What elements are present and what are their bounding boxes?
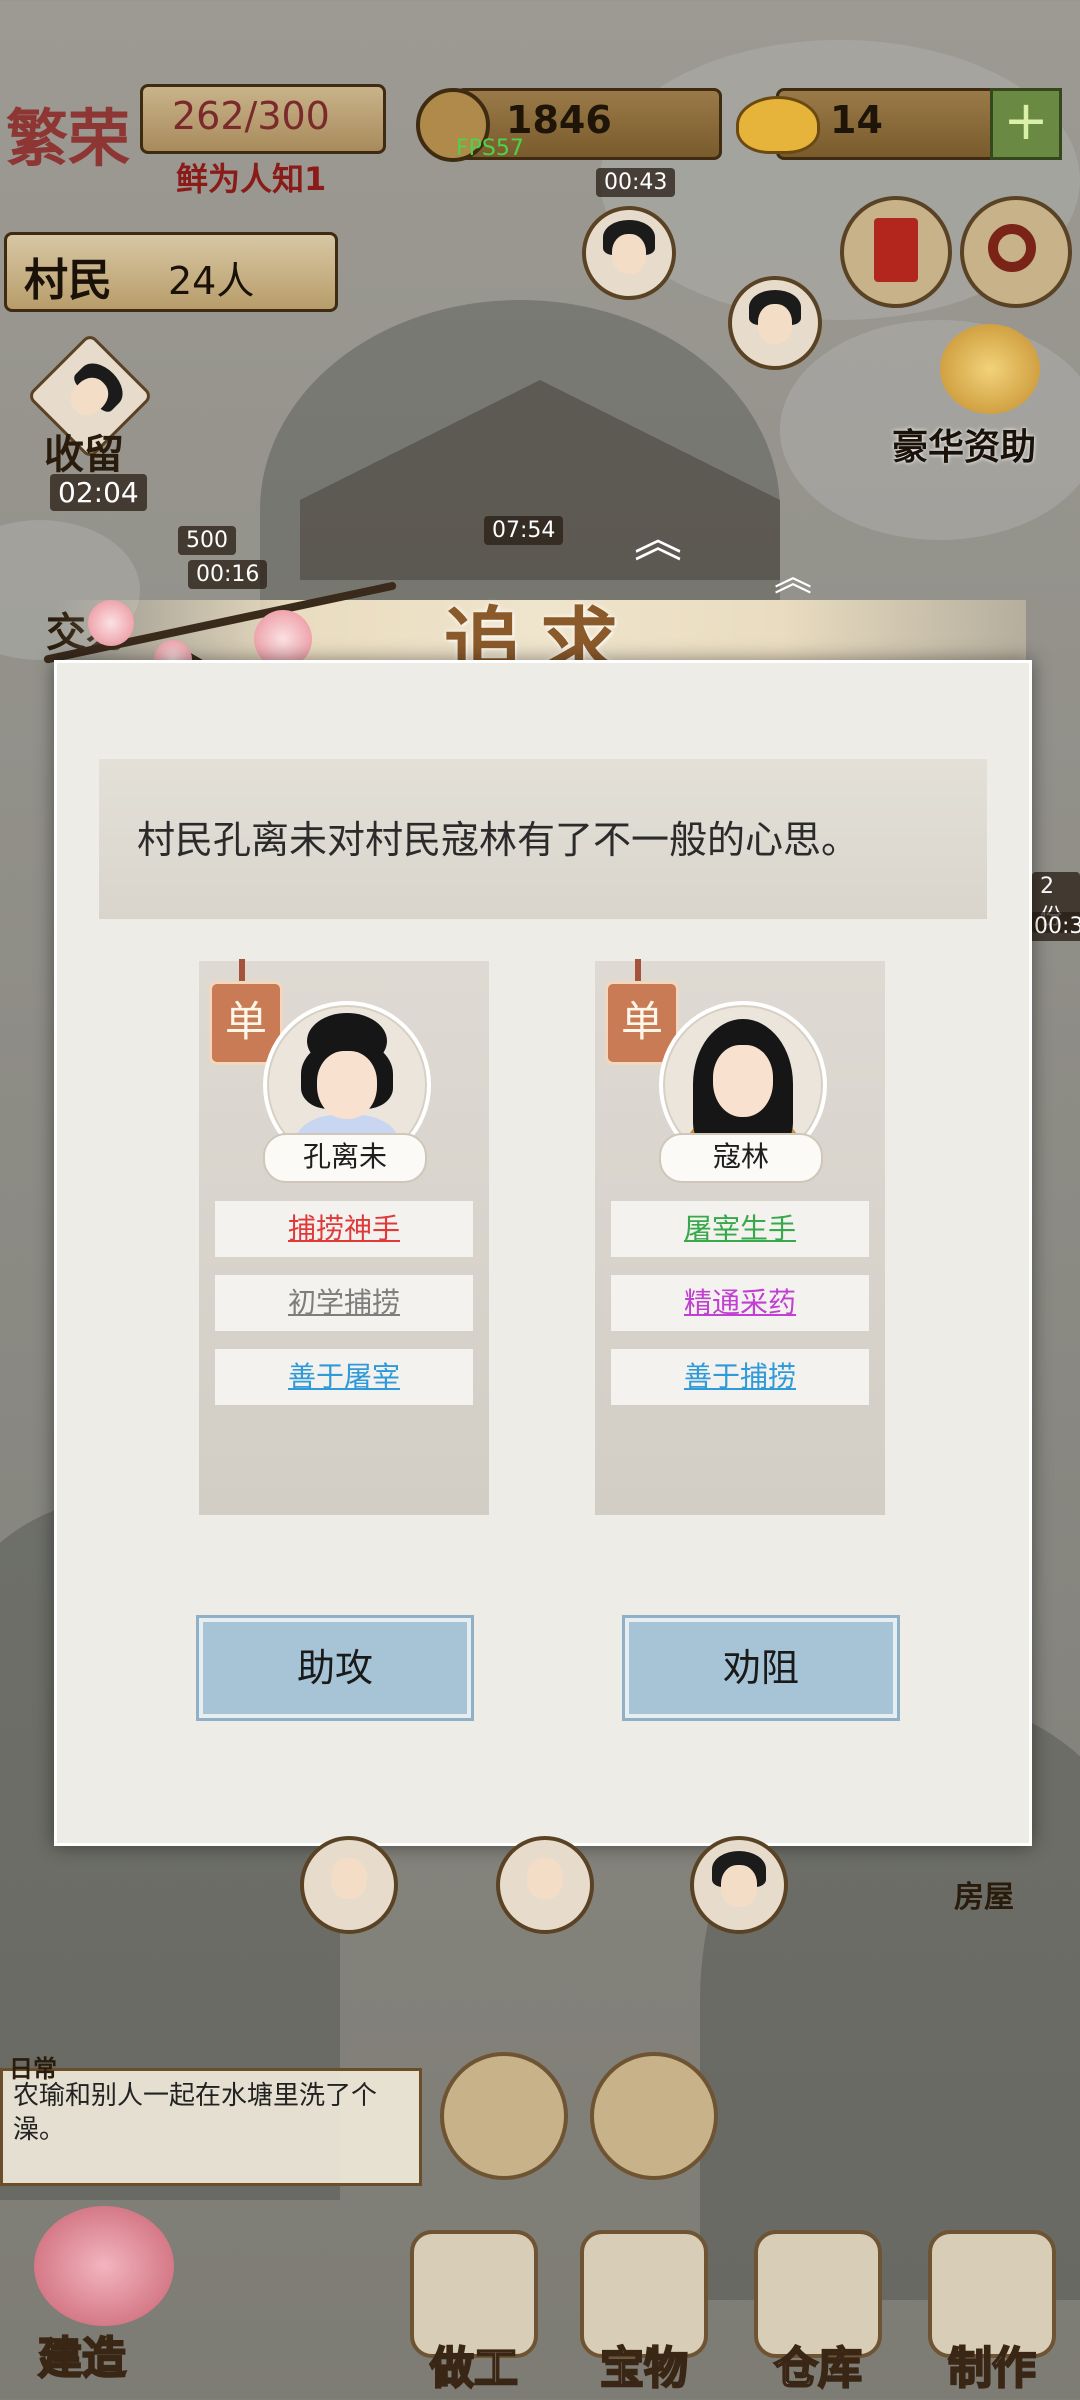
dissuade-button[interactable]: 劝阻 [622,1615,900,1721]
house-label[interactable]: 房屋 [954,1872,1014,1916]
trait-tag: 精通采药 [611,1275,869,1331]
pagoda-icon[interactable] [590,2052,718,2180]
prosperity-value: 262/300 [172,94,330,138]
gear-icon [988,224,1036,272]
fps-counter: FPS57 [456,136,524,161]
shelter-label: 收留 [44,431,124,478]
treasure-icon [940,324,1040,414]
luxury-sponsor-button[interactable]: 豪华资助 [892,324,1076,474]
message-text: 村民孔离未对村民寇林有了不一般的心思。 [137,818,860,862]
message-box: 村民孔离未对村民寇林有了不一般的心思。 [99,759,987,919]
gold-ingot-icon [736,96,820,154]
luxury-sponsor-label: 豪华资助 [892,426,1037,468]
top-timer: 00:43 [596,168,676,197]
add-ingot-button[interactable]: + [990,88,1062,160]
blossom-tree-icon [34,2206,174,2326]
ingot-counter[interactable]: 14 + [736,88,1062,160]
bangle-icon[interactable] [440,2052,568,2180]
nav-craft[interactable]: 制作 [918,2220,1068,2400]
building-timer: 07:54 [484,516,564,545]
villager-name: 孔离未 [263,1133,427,1183]
nav-work[interactable]: 做工 [400,2220,550,2400]
prosperity-panel[interactable]: 繁荣 262/300 鲜为人知1 [0,84,390,198]
swallow-icon: ︽ [774,555,813,599]
villager-avatar[interactable] [690,1836,788,1934]
nav-label: 仓库 [773,2342,863,2395]
nav-label: 宝物 [599,2342,689,2395]
ingot-value: 14 [830,98,883,142]
red-envelope-icon [874,218,918,282]
side-timer: 00:31 [1026,912,1080,941]
trait-tag: 屠宰生手 [611,1201,869,1257]
red-envelope-button[interactable] [840,196,952,308]
settings-button[interactable] [960,196,1072,308]
villager-avatar[interactable] [582,206,676,300]
nav-label: 制作 [947,2342,1037,2395]
prosperity-label: 繁荣 [6,102,131,175]
prosperity-rank: 鲜为人知1 [176,160,327,198]
trait-tag: 善于屠宰 [215,1349,473,1405]
shelter-button[interactable]: 收留 02:04 [22,332,162,511]
villager-name: 寇林 [659,1133,823,1183]
trait-tag: 捕捞神手 [215,1201,473,1257]
villagers-count: 24人 [168,259,255,303]
nav-treasure[interactable]: 宝物 [570,2220,720,2400]
daily-log[interactable]: 日常 农瑜和别人一起在水塘里洗了个澡。 [0,2054,422,2186]
villager-card-right[interactable]: 单 寇林 屠宰生手 精通采药 善于捕捞 [595,959,885,1515]
log-text: 农瑜和别人一起在水塘里洗了个澡。 [13,2081,378,2145]
villager-count-panel[interactable]: 村民 24人 [4,232,338,314]
nav-label: 建造 [37,2332,127,2385]
price-tag: 500 [178,526,236,555]
villagers-label: 村民 [24,255,112,306]
shelter-timer: 02:04 [50,474,147,511]
trait-tag: 善于捕捞 [611,1349,869,1405]
pursuit-dialog: 村民孔离未对村民寇林有了不一般的心思。 单 孔离未 捕捞神手 初学捕捞 善于屠宰… [54,660,1032,1846]
plus-icon: + [1003,89,1049,152]
assist-button[interactable]: 助攻 [196,1615,474,1721]
villager-avatar[interactable] [728,276,822,370]
villager-card-left[interactable]: 单 孔离未 捕捞神手 初学捕捞 善于屠宰 [199,959,489,1515]
plum-blossom-icon [88,600,134,646]
nav-build[interactable]: 建造 [20,2196,190,2400]
nav-warehouse[interactable]: 仓库 [744,2220,894,2400]
trait-tag: 初学捕捞 [215,1275,473,1331]
nav-label: 做工 [429,2342,519,2395]
villager-avatar[interactable] [496,1836,594,1934]
swallow-icon: ︽ [634,512,683,568]
villager-avatar[interactable] [300,1836,398,1934]
